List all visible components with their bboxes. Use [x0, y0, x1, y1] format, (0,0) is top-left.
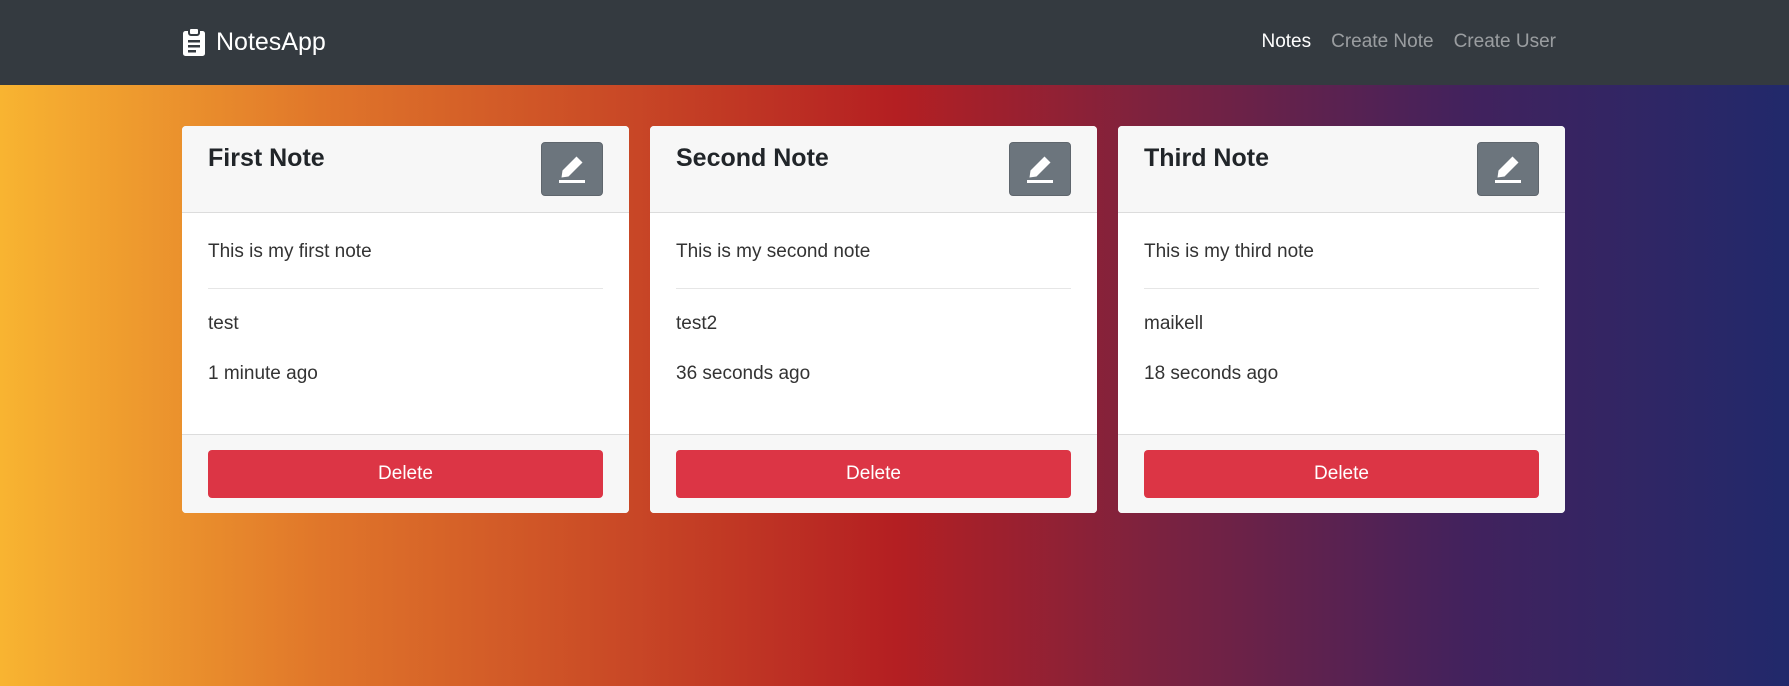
- note-card: Second Note This is my second note test2…: [650, 126, 1097, 513]
- note-timestamp: 1 minute ago: [208, 363, 318, 384]
- clipboard-icon: [182, 27, 206, 57]
- note-card: Third Note This is my third note maikell…: [1118, 126, 1565, 513]
- card-header: Second Note: [650, 126, 1097, 213]
- delete-button[interactable]: Delete: [1144, 450, 1539, 498]
- card-header: Third Note: [1118, 126, 1565, 213]
- note-timestamp: 36 seconds ago: [676, 363, 811, 384]
- card-footer: Delete: [650, 434, 1097, 513]
- divider: [208, 288, 603, 289]
- note-title: Second Note: [676, 144, 829, 172]
- brand-name: NotesApp: [216, 27, 326, 56]
- edit-button[interactable]: [1477, 142, 1539, 196]
- nav-link-notes[interactable]: Notes: [1261, 31, 1311, 53]
- card-body: This is my second note test2 36 seconds …: [650, 213, 1097, 434]
- note-author: test: [208, 313, 239, 334]
- delete-button[interactable]: Delete: [676, 450, 1071, 498]
- card-body: This is my third note maikell 18 seconds…: [1118, 213, 1565, 434]
- divider: [1144, 288, 1539, 289]
- pencil-icon: [1495, 156, 1521, 183]
- edit-button[interactable]: [1009, 142, 1071, 196]
- edit-button[interactable]: [541, 142, 603, 196]
- nav-link-create-note[interactable]: Create Note: [1331, 31, 1433, 53]
- note-content: This is my second note: [676, 241, 871, 262]
- note-title: First Note: [208, 144, 325, 172]
- card-body: This is my first note test 1 minute ago: [182, 213, 629, 434]
- pencil-icon: [559, 156, 585, 183]
- note-title: Third Note: [1144, 144, 1269, 172]
- card-footer: Delete: [182, 434, 629, 513]
- note-content: This is my third note: [1144, 241, 1314, 262]
- nav-link-create-user[interactable]: Create User: [1454, 31, 1556, 53]
- note-content: This is my first note: [208, 241, 372, 262]
- delete-button[interactable]: Delete: [208, 450, 603, 498]
- card-footer: Delete: [1118, 434, 1565, 513]
- notes-list: First Note This is my first note test 1 …: [182, 126, 1565, 513]
- note-author: maikell: [1144, 313, 1204, 334]
- brand-link[interactable]: NotesApp: [182, 20, 326, 64]
- navbar: NotesApp Notes Create Note Create User: [0, 0, 1789, 85]
- note-timestamp: 18 seconds ago: [1144, 363, 1279, 384]
- note-card: First Note This is my first note test 1 …: [182, 126, 629, 513]
- nav-links: Notes Create Note Create User: [1261, 24, 1556, 60]
- pencil-icon: [1027, 156, 1053, 183]
- card-header: First Note: [182, 126, 629, 213]
- divider: [676, 288, 1071, 289]
- note-author: test2: [676, 313, 718, 334]
